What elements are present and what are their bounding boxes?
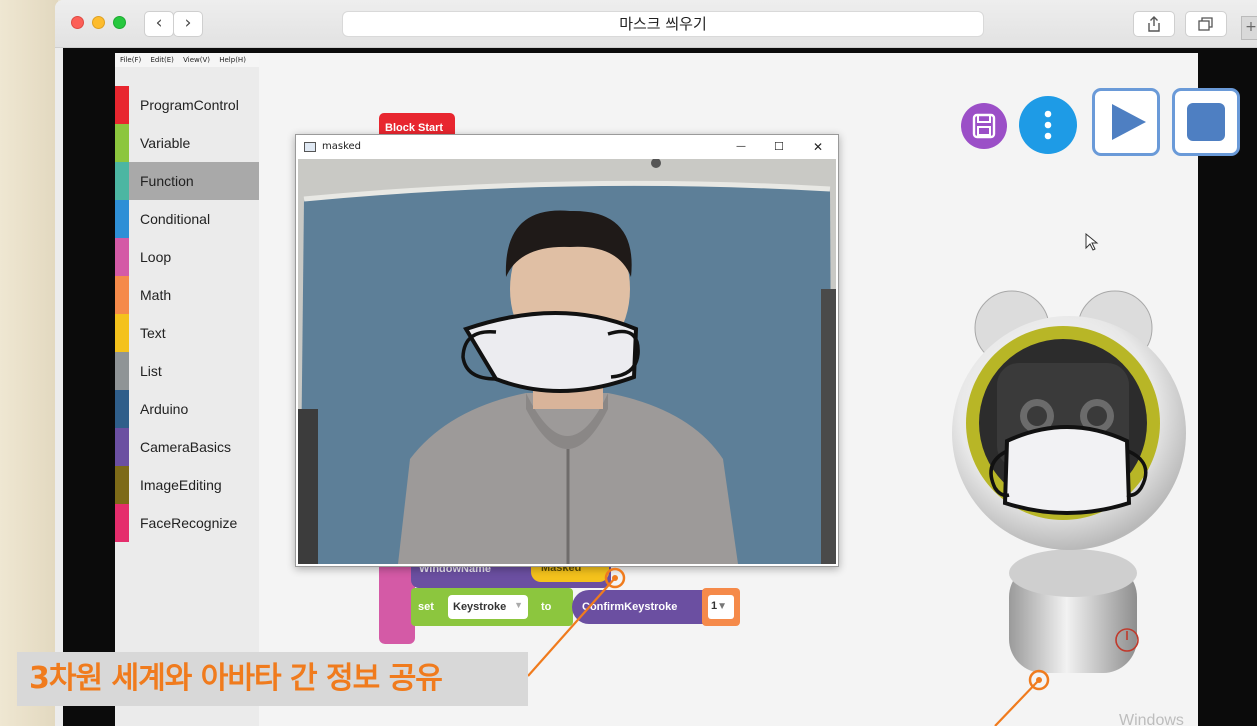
save-button[interactable] (961, 103, 1007, 149)
menu-edit[interactable]: Edit(E) (150, 56, 173, 64)
category-label: CameraBasics (140, 439, 232, 455)
category-text[interactable]: Text (115, 314, 259, 352)
category-palette: ProgramControl Variable Function Conditi… (115, 67, 259, 726)
set-variable-block[interactable]: set Keystroke ▼ to (411, 588, 573, 626)
category-label: FaceRecognize (140, 515, 238, 531)
more-options-button[interactable] (1019, 96, 1077, 154)
set-label: set (418, 601, 434, 613)
category-math[interactable]: Math (115, 276, 259, 314)
camera-window-title: masked (322, 141, 362, 152)
share-icon (1148, 16, 1160, 32)
plus-icon: + (1245, 19, 1257, 35)
page-title: 마스크 씌우기 (619, 15, 707, 33)
zoom-window-button[interactable] (113, 16, 126, 29)
vertical-dots-icon (1044, 110, 1052, 140)
dropdown-arrow-icon: ▼ (717, 601, 728, 612)
camera-window: masked — ☐ ✕ (295, 134, 839, 567)
address-bar[interactable]: 마스크 씌우기 (342, 11, 984, 37)
tabs-icon (1198, 17, 1213, 31)
minimize-window-button[interactable] (92, 16, 105, 29)
camera-window-titlebar: masked — ☐ ✕ (296, 135, 838, 159)
chevron-left-icon: ‹ (155, 13, 163, 33)
category-loop[interactable]: Loop (115, 238, 259, 276)
dropdown-arrow-icon: ▼ (514, 600, 523, 610)
menu-file[interactable]: File(F) (120, 56, 141, 64)
caption-banner: 3차원 세계와 아바타 간 정보 공유 (17, 652, 528, 706)
to-label: to (541, 601, 552, 613)
stop-icon (1187, 103, 1225, 141)
window-app-icon (304, 142, 316, 152)
category-list[interactable]: List (115, 352, 259, 390)
confirm-keystroke-block[interactable]: ConfirmKeystroke (572, 590, 712, 624)
run-button[interactable] (1092, 88, 1160, 156)
maximize-icon[interactable]: ☐ (774, 135, 784, 159)
category-label: List (140, 363, 162, 379)
close-window-button[interactable] (71, 16, 84, 29)
category-imageediting[interactable]: ImageEditing (115, 466, 259, 504)
windows-watermark: Windows (1119, 712, 1184, 726)
menu-bar: File(F) Edit(E) View(V) Help(H) (115, 53, 265, 67)
category-label: ProgramControl (140, 97, 239, 113)
chevron-right-icon: › (184, 13, 192, 33)
category-label: Function (140, 173, 194, 189)
category-label: ImageEditing (140, 477, 222, 493)
camera-feed (298, 159, 836, 564)
block-start-label: Block Start (385, 122, 444, 134)
keystroke-dropdown[interactable]: Keystroke ▼ (448, 595, 528, 619)
category-label: Loop (140, 249, 172, 265)
category-label: Math (140, 287, 172, 303)
category-camerabasics[interactable]: CameraBasics (115, 428, 259, 466)
forward-button[interactable]: › (173, 11, 203, 37)
category-label: Arduino (140, 401, 189, 417)
menu-view[interactable]: View(V) (183, 56, 210, 64)
show-tabs-button[interactable] (1185, 11, 1227, 37)
share-button[interactable] (1133, 11, 1175, 37)
category-conditional[interactable]: Conditional (115, 200, 259, 238)
new-tab-button[interactable]: + (1241, 16, 1257, 40)
stop-button[interactable] (1172, 88, 1240, 156)
category-label: Variable (140, 135, 191, 151)
keystroke-label: Keystroke (453, 601, 507, 613)
number-dropdown[interactable]: 1▼ (708, 595, 734, 619)
camera-feed-image (298, 159, 836, 564)
title-bar: ‹ › 마스크 씌우기 + (55, 0, 1257, 48)
browser-window: ‹ › 마스크 씌우기 + File(F) Edit(E) View(V) He… (55, 0, 1257, 726)
desktop-background (0, 0, 58, 726)
save-icon (972, 113, 996, 139)
robot-avatar (952, 290, 1186, 673)
function-block-body[interactable] (379, 558, 415, 644)
category-label: Text (140, 325, 166, 341)
category-function[interactable]: Function (115, 162, 259, 200)
category-arduino[interactable]: Arduino (115, 390, 259, 428)
number-block[interactable]: 1▼ (702, 588, 740, 626)
category-variable[interactable]: Variable (115, 124, 259, 162)
confirm-keystroke-label: ConfirmKeystroke (582, 601, 678, 613)
mouse-cursor-icon (1085, 233, 1099, 251)
back-button[interactable]: ‹ (144, 11, 174, 37)
menu-help[interactable]: Help(H) (219, 56, 246, 64)
category-label: Conditional (140, 211, 211, 227)
caption-text: 3차원 세계와 아바타 간 정보 공유 (29, 661, 443, 696)
play-icon (1112, 104, 1146, 140)
category-programcontrol[interactable]: ProgramControl (115, 86, 259, 124)
category-facerecognize[interactable]: FaceRecognize (115, 504, 259, 542)
minimize-icon[interactable]: — (736, 135, 746, 159)
close-icon[interactable]: ✕ (813, 135, 823, 159)
